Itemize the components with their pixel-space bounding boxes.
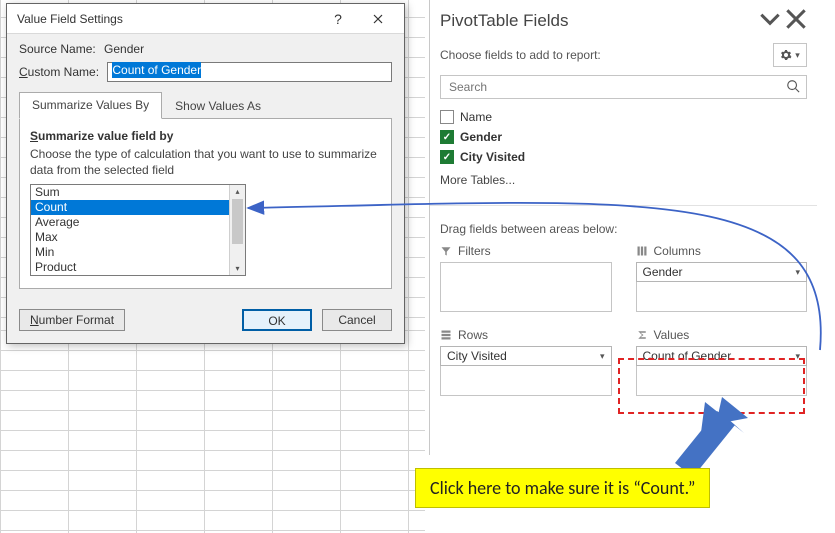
pivottable-fields-pane: PivotTable Fields Choose fields to add t… [429,0,817,455]
sigma-icon [636,329,648,341]
list-item[interactable]: Count [31,200,229,215]
search-icon [786,79,800,96]
field-checkbox[interactable] [440,150,454,164]
listbox-scrollbar[interactable] [229,185,245,275]
field-pill-label: Count of Gender [643,349,732,363]
tab-summarize-values-by[interactable]: Summarize Values By [19,92,162,119]
pane-layout-settings-button[interactable]: ▾ [773,43,807,67]
pane-header: PivotTable Fields [430,0,817,37]
rows-area[interactable]: Rows City Visited ▾ [440,328,612,396]
source-name-value: Gender [104,42,144,56]
close-icon [373,14,383,24]
help-button[interactable]: ? [318,5,358,33]
gear-icon [780,49,792,61]
field-row[interactable]: City Visited [440,147,807,167]
pivot-areas: Filters Columns Gender ▾ Rows [430,240,817,406]
field-row[interactable]: Name [440,107,807,127]
rows-icon [440,329,452,341]
tab-show-values-as[interactable]: Show Values As [162,93,274,119]
chevron-down-icon: ▾ [795,50,800,61]
values-dropzone[interactable]: Count of Gender ▾ [636,346,808,396]
dialog-titlebar[interactable]: Value Field Settings ? [7,4,404,34]
tabpanel-summarize: Summarize value field by Choose the type… [19,119,392,289]
list-item[interactable]: Average [31,215,229,230]
columns-dropzone[interactable]: Gender ▾ [636,262,808,312]
field-label: City Visited [460,150,525,164]
summarize-title: Summarize value field by [30,129,381,143]
value-field-settings-dialog: Value Field Settings ? Source Name: Gend… [6,3,405,344]
custom-name-label: Custom Name: [19,65,99,79]
columns-icon [636,245,648,257]
filter-icon [440,245,452,257]
search-input[interactable] [447,79,786,95]
custom-name-row: Custom Name: Count of Gender [19,62,392,82]
summarize-hint: Choose the type of calculation that you … [30,147,381,178]
list-item[interactable]: Min [31,245,229,260]
rows-field-pill[interactable]: City Visited ▾ [440,346,612,366]
values-area[interactable]: Values Count of Gender ▾ [636,328,808,396]
pane-title: PivotTable Fields [440,11,569,31]
close-button[interactable] [358,5,398,33]
chevron-down-icon: ▾ [600,351,605,362]
rows-dropzone[interactable]: City Visited ▾ [440,346,612,396]
pane-close-button[interactable] [783,6,809,35]
field-checkbox[interactable] [440,130,454,144]
ok-button[interactable]: OK [242,309,312,331]
field-checkbox[interactable] [440,110,454,124]
source-name-row: Source Name: Gender [19,42,392,56]
field-label: Gender [460,130,502,144]
annotation-tip: Click here to make sure it is “Count.” [415,468,710,508]
drag-areas-label: Drag fields between areas below: [430,205,817,240]
columns-title: Columns [654,244,701,258]
chevron-down-icon: ▾ [795,351,800,362]
summarize-function-listbox[interactable]: Sum Count Average Max Min Product [30,184,246,276]
cancel-button[interactable]: Cancel [322,309,392,331]
more-tables-link[interactable]: More Tables... [440,173,807,187]
field-pill-label: Gender [643,265,683,279]
list-item[interactable]: Product [31,260,229,275]
source-name-label: Source Name: [19,42,96,56]
chevron-down-icon: ▾ [795,267,800,278]
dialog-tabs: Summarize Values By Show Values As [19,92,392,119]
filters-area[interactable]: Filters [440,244,612,312]
filters-dropzone[interactable] [440,262,612,312]
close-icon [783,6,809,32]
chevron-down-icon [757,6,783,32]
list-item[interactable]: Sum [31,185,229,200]
field-label: Name [460,110,492,124]
dialog-title: Value Field Settings [17,12,123,26]
rows-title: Rows [458,328,488,342]
custom-name-input[interactable]: Count of Gender [107,62,392,82]
values-title: Values [654,328,690,342]
field-row[interactable]: Gender [440,127,807,147]
columns-area[interactable]: Columns Gender ▾ [636,244,808,312]
number-format-button[interactable]: Number Format [19,309,125,331]
pane-expand-down-button[interactable] [757,6,783,35]
list-item[interactable]: Max [31,230,229,245]
filters-title: Filters [458,244,491,258]
custom-name-value: Count of Gender [112,62,201,78]
choose-fields-label: Choose fields to add to report: [440,48,773,62]
values-field-pill[interactable]: Count of Gender ▾ [636,346,808,366]
field-pill-label: City Visited [447,349,507,363]
fields-list: Name Gender City Visited More Tables... [430,107,817,187]
fields-search-box[interactable] [440,75,807,99]
scrollbar-thumb[interactable] [232,199,243,244]
columns-field-pill[interactable]: Gender ▾ [636,262,808,282]
